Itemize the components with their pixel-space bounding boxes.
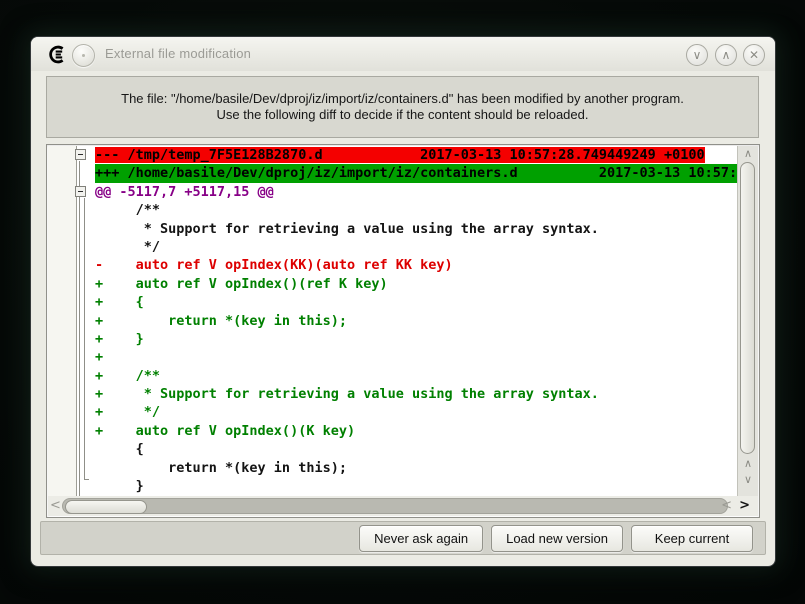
diff-line-text: {	[95, 441, 144, 457]
diff-content-area: --- /tmp/temp_7F5E128B2870.d 2017-03-13 …	[48, 146, 738, 496]
window-title: External file modification	[105, 46, 251, 61]
scroll-left-icon[interactable]: <	[721, 497, 732, 515]
diff-line-text: --- /tmp/temp_7F5E128B2870.d 2017-03-13 …	[95, 147, 705, 163]
diff-line: * Support for retrieving a value using t…	[48, 220, 738, 238]
diff-line: }	[48, 477, 738, 495]
diff-line: + */	[48, 403, 738, 421]
diff-line-text: +	[95, 349, 103, 365]
diff-line: + /**	[48, 367, 738, 385]
desktop-background: { "window": { "title": "External file mo…	[0, 0, 805, 604]
diff-line-text: return *(key in this);	[95, 460, 347, 476]
diff-line-text: * Support for retrieving a value using t…	[95, 221, 599, 237]
window-menu-button[interactable]	[72, 44, 95, 67]
message-line-2: Use the following diff to decide if the …	[217, 107, 589, 123]
diff-line: */	[48, 238, 738, 256]
diff-line-text: /**	[95, 202, 160, 218]
diff-line: + auto ref V opIndex()(ref K key)	[48, 275, 738, 293]
scroll-down-icon[interactable]: ∨	[738, 473, 758, 486]
diff-line: /**	[48, 201, 738, 219]
scroll-right-icon[interactable]: >	[739, 497, 750, 515]
diff-line: + return *(key in this);	[48, 312, 738, 330]
external-file-modification-dialog: External file modification ∨ ∧ ✕ The fil…	[31, 37, 775, 566]
diff-line: + }	[48, 330, 738, 348]
diff-line: + {	[48, 293, 738, 311]
chevron-down-icon: ∨	[693, 48, 702, 62]
diff-line-text: @@ -5117,7 +5117,15 @@	[95, 184, 274, 200]
minimize-button[interactable]: ∨	[686, 44, 708, 66]
diff-line-text: - auto ref V opIndex(KK)(auto ref KK key…	[95, 257, 453, 273]
diff-line-text: + }	[95, 331, 144, 347]
vertical-scrollbar-thumb[interactable]	[740, 162, 755, 454]
diff-line: @@ -5117,7 +5117,15 @@	[48, 183, 738, 201]
diff-line-text: + {	[95, 294, 144, 310]
diff-line-text: + /**	[95, 368, 160, 384]
never-ask-again-button[interactable]: Never ask again	[359, 525, 483, 552]
diff-line-text: + auto ref V opIndex()(ref K key)	[95, 276, 388, 292]
diff-line: + auto ref V opIndex()(K key)	[48, 422, 738, 440]
diff-line-text: + auto ref V opIndex()(K key)	[95, 423, 355, 439]
fold-collapse-icon[interactable]	[75, 149, 86, 160]
message-line-1: The file: "/home/basile/Dev/dproj/iz/imp…	[121, 91, 684, 107]
chevron-up-icon: ∧	[722, 48, 731, 62]
diff-line-text: +++ /home/basile/Dev/dproj/iz/import/iz/…	[95, 164, 738, 182]
close-button[interactable]: ✕	[743, 44, 765, 66]
modification-message-panel: The file: "/home/basile/Dev/dproj/iz/imp…	[46, 76, 759, 138]
close-icon: ✕	[749, 48, 759, 62]
scroll-up-icon[interactable]: ∧	[738, 457, 758, 470]
horizontal-scrollbar-thumb[interactable]	[65, 500, 147, 514]
keep-current-button[interactable]: Keep current	[631, 525, 753, 552]
diff-line: +	[48, 348, 738, 366]
scroll-up-icon[interactable]: ∧	[738, 147, 758, 160]
horizontal-scrollbar[interactable]: < < >	[48, 496, 758, 516]
diff-line: + * Support for retrieving a value using…	[48, 385, 738, 403]
horizontal-scrollbar-track[interactable]	[62, 498, 728, 514]
coedit-logo-icon	[47, 45, 67, 64]
fold-collapse-icon[interactable]	[75, 186, 86, 197]
diff-line: --- /tmp/temp_7F5E128B2870.d 2017-03-13 …	[48, 146, 738, 164]
load-new-version-button[interactable]: Load new version	[491, 525, 623, 552]
diff-line: +++ /home/basile/Dev/dproj/iz/import/iz/…	[48, 164, 738, 182]
diff-line-text: + */	[95, 404, 160, 420]
diff-line-text: */	[95, 239, 160, 255]
vertical-scrollbar[interactable]: ∧ ∧ ∨	[737, 146, 758, 496]
diff-line: {	[48, 440, 738, 458]
diff-line: - auto ref V opIndex(KK)(auto ref KK key…	[48, 256, 738, 274]
diff-line: return *(key in this);	[48, 459, 738, 477]
maximize-button[interactable]: ∧	[715, 44, 737, 66]
diff-line-text: + * Support for retrieving a value using…	[95, 386, 599, 402]
dialog-button-bar: Never ask again Load new version Keep cu…	[40, 521, 766, 555]
diff-line-text: + return *(key in this);	[95, 313, 347, 329]
scroll-left-icon[interactable]: <	[50, 497, 61, 515]
diff-line-text: }	[95, 478, 144, 494]
title-bar[interactable]: External file modification ∨ ∧ ✕	[31, 37, 775, 71]
diff-lines: --- /tmp/temp_7F5E128B2870.d 2017-03-13 …	[48, 146, 738, 495]
diff-viewer: --- /tmp/temp_7F5E128B2870.d 2017-03-13 …	[46, 144, 760, 518]
